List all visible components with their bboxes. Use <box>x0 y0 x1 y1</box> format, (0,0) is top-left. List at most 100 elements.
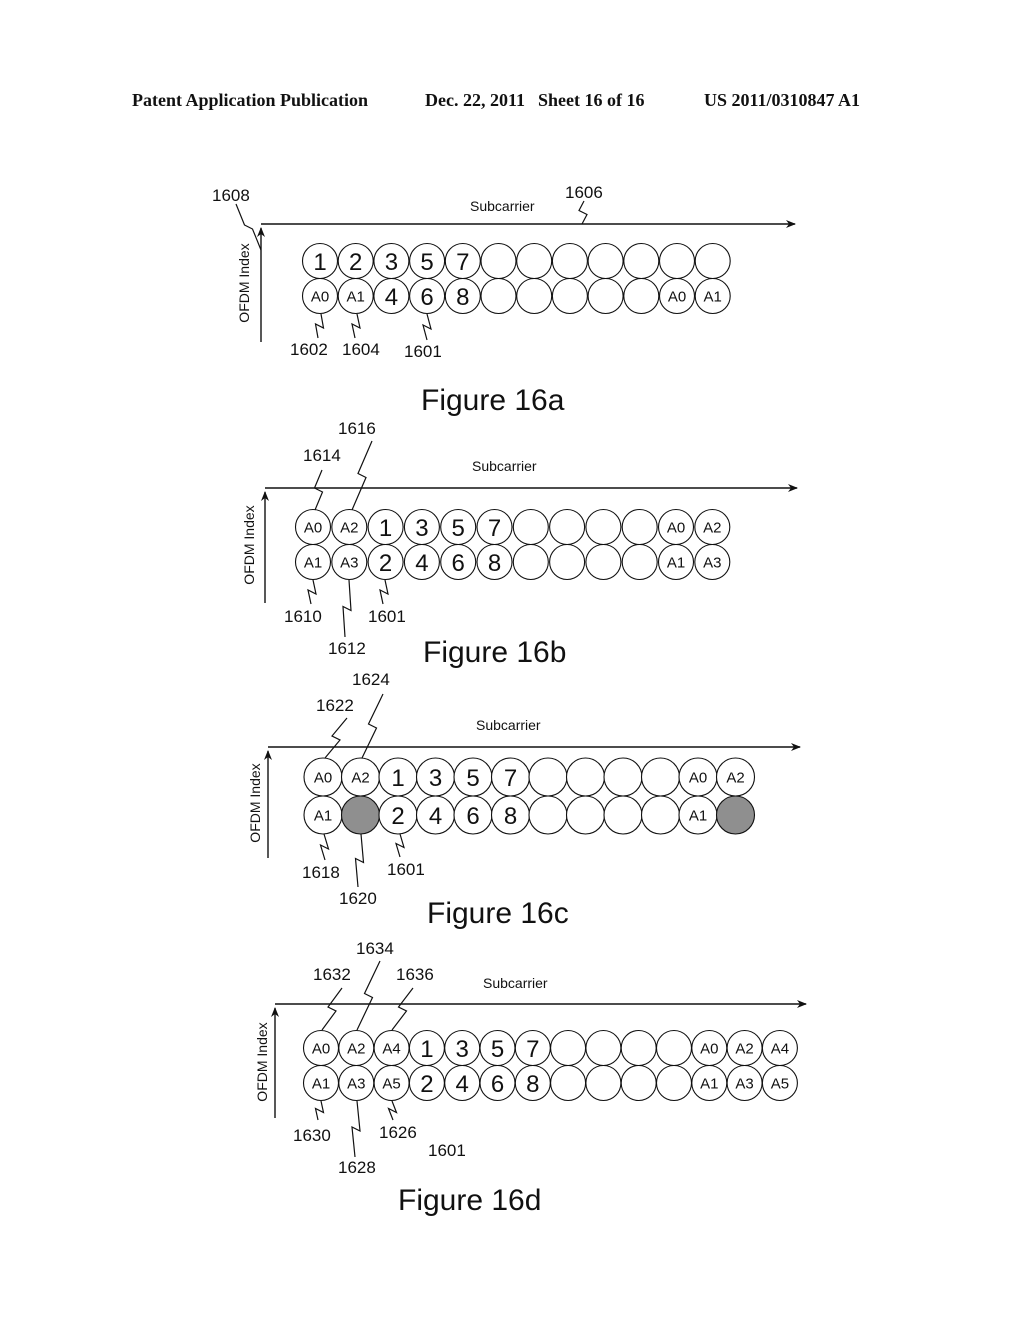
resource-element <box>655 1029 693 1067</box>
pilot-symbol-label: A0 <box>312 1041 330 1058</box>
pilot-symbol-label: A2 <box>726 770 744 787</box>
leader-line <box>307 579 317 605</box>
circle <box>620 1064 657 1102</box>
data-symbol-label: 8 <box>504 803 517 830</box>
resource-element: A0 <box>302 1029 340 1067</box>
pilot-symbol-label: A0 <box>314 770 332 787</box>
pilot-symbol-label: A1 <box>700 1076 718 1093</box>
resource-element <box>585 543 622 581</box>
ofdm-index-axis-label: OFDM Index <box>241 505 257 584</box>
resource-element <box>603 757 643 797</box>
pilot-symbol-label: A1 <box>304 555 322 572</box>
resource-element <box>620 1064 657 1102</box>
pilot-symbol-label: A0 <box>668 289 686 306</box>
data-symbol-label: 2 <box>379 550 392 577</box>
resource-element: A0 <box>303 757 343 797</box>
resource-element <box>565 795 606 835</box>
reference-numeral: 1628 <box>338 1158 376 1177</box>
resource-element: 8 <box>490 795 531 835</box>
data-symbol-label: 1 <box>379 515 392 542</box>
data-symbol-label: 8 <box>456 284 469 311</box>
resource-element: A5 <box>761 1064 798 1102</box>
resource-element: 5 <box>409 242 446 280</box>
resource-element: A4 <box>761 1029 798 1067</box>
circle <box>512 543 549 581</box>
figure-caption: Figure 16a <box>421 384 565 417</box>
data-symbol-label: 7 <box>526 1036 539 1063</box>
reference-numeral: 1604 <box>342 340 380 359</box>
reference-numeral: 1608 <box>212 186 250 205</box>
resource-element: A2 <box>726 1029 763 1067</box>
circle <box>585 543 622 581</box>
resource-element: 5 <box>479 1029 516 1067</box>
subcarrier-axis-label: Subcarrier <box>476 717 541 733</box>
resource-element <box>549 508 586 546</box>
leader-line <box>342 579 352 638</box>
resource-element: A1 <box>303 795 343 835</box>
resource-element: A2 <box>694 508 731 546</box>
resource-element: A2 <box>715 757 756 797</box>
circle <box>549 543 586 581</box>
pilot-symbol-label: A1 <box>314 808 332 825</box>
circle <box>565 757 606 797</box>
circle <box>640 795 681 835</box>
shaded-circle <box>340 795 381 835</box>
resource-element: 1 <box>301 242 339 280</box>
pilot-symbol-label: A3 <box>703 555 721 572</box>
data-symbol-label: 1 <box>313 249 326 276</box>
resource-element: A1 <box>691 1064 728 1102</box>
reference-numeral: 1612 <box>328 639 366 658</box>
resource-element: 3 <box>415 757 456 797</box>
resource-element: 1 <box>367 508 404 546</box>
resource-element: A1 <box>294 543 332 581</box>
resource-element <box>480 242 517 280</box>
figure-16b: Subcarrier OFDM Index A0 A2 1 3 5 7 A0 A2 A1 A3 2 4 6 8… <box>241 419 798 669</box>
resource-element: 3 <box>403 508 440 546</box>
circle <box>551 277 588 315</box>
subcarrier-axis-label: Subcarrier <box>470 198 535 214</box>
resource-element: 6 <box>440 543 477 581</box>
leader-line <box>351 1100 361 1158</box>
resource-element: A3 <box>331 543 368 581</box>
leader-line <box>379 579 389 605</box>
resource-element <box>603 795 643 835</box>
data-symbol-label: 5 <box>452 515 465 542</box>
resource-element: 7 <box>514 1029 551 1067</box>
circle <box>623 242 660 280</box>
reference-numeral: 1614 <box>303 446 341 465</box>
circle <box>585 508 622 546</box>
resource-element <box>585 508 622 546</box>
data-symbol-label: 4 <box>415 550 428 577</box>
leader-line <box>351 440 373 511</box>
reference-numeral: 1601 <box>368 607 406 626</box>
figure-16a: Subcarrier OFDM Index 1 2 3 5 7 A0 A1 4 6 8 A0 A1 1608… <box>212 183 796 417</box>
resource-element <box>516 242 553 280</box>
data-symbol-label: 8 <box>526 1071 539 1098</box>
leader-line <box>354 833 365 888</box>
resource-element: 2 <box>337 242 374 280</box>
resource-element: 3 <box>373 242 410 280</box>
resource-element <box>585 1029 622 1067</box>
resource-element <box>715 795 756 835</box>
leader-line <box>395 833 405 858</box>
reference-numeral: 1630 <box>293 1126 331 1145</box>
resource-element <box>512 543 549 581</box>
leader-line <box>361 693 384 759</box>
circle <box>549 508 586 546</box>
data-symbol-label: 6 <box>420 284 433 311</box>
resource-element: 5 <box>440 508 477 546</box>
data-symbol-label: 4 <box>385 284 398 311</box>
pilot-symbol-label: A2 <box>347 1041 365 1058</box>
circle <box>585 1064 622 1102</box>
resource-element <box>512 508 549 546</box>
resource-element <box>621 543 658 581</box>
circle <box>694 242 731 280</box>
circle <box>480 277 517 315</box>
leader-line <box>422 313 432 341</box>
resource-element: 2 <box>367 543 404 581</box>
resource-element <box>528 757 568 797</box>
reference-numeral: 1606 <box>565 183 603 202</box>
figure-16d: Subcarrier OFDM Index A0 A2 A4 1 3 5 7 A0 A2 A4 A1 A3… <box>254 939 807 1217</box>
resource-element <box>516 277 553 315</box>
data-symbol-label: 5 <box>420 249 433 276</box>
